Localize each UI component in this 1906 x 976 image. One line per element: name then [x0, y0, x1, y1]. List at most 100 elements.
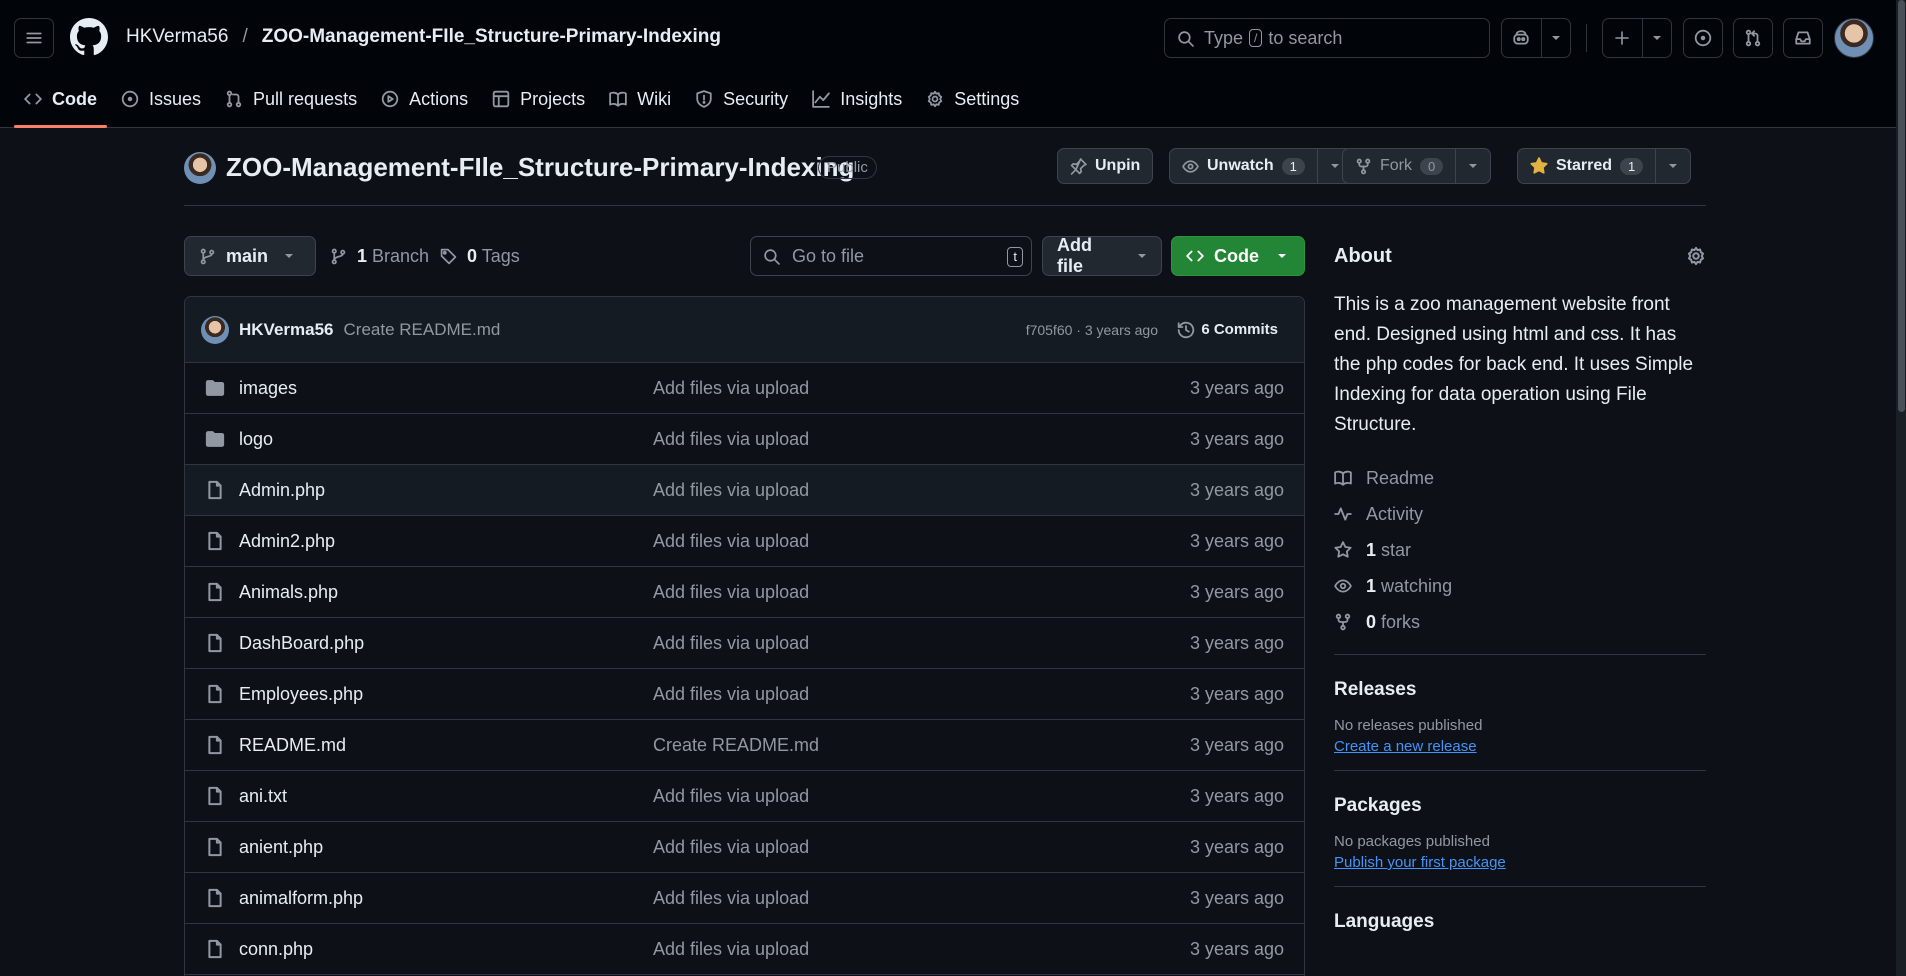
- tab-settings[interactable]: Settings: [916, 78, 1029, 120]
- chevron-down-icon[interactable]: [1540, 19, 1570, 57]
- file-name-link[interactable]: Animals.php: [239, 582, 338, 603]
- plus-icon[interactable]: [1603, 19, 1642, 57]
- file-commit-message[interactable]: Add files via upload: [653, 786, 809, 807]
- star-icon: [1334, 541, 1352, 559]
- file-commit-message[interactable]: Add files via upload: [653, 888, 809, 909]
- watch-button[interactable]: Unwatch 1: [1169, 148, 1353, 184]
- your-pull-requests-button[interactable]: [1733, 18, 1773, 58]
- menu-button[interactable]: [14, 18, 54, 58]
- repo-title[interactable]: ZOO-Management-FIle_Structure-Primary-In…: [226, 152, 854, 183]
- watchers-link[interactable]: 1 watching: [1334, 568, 1706, 604]
- fork-count: 0: [1420, 157, 1444, 175]
- file-commit-message[interactable]: Add files via upload: [653, 480, 809, 501]
- owner-link[interactable]: HKVerma56: [126, 26, 228, 48]
- stars-count: 1: [1366, 539, 1377, 560]
- file-icon: [205, 939, 225, 959]
- file-row[interactable]: Animals.php Add files via upload 3 years a…: [185, 567, 1304, 618]
- file-name-link[interactable]: Admin2.php: [239, 531, 335, 552]
- file-commit-message[interactable]: Add files via upload: [653, 939, 809, 960]
- code-button[interactable]: Code: [1171, 236, 1305, 276]
- file-name-link[interactable]: Employees.php: [239, 684, 363, 705]
- tab-insights[interactable]: Insights: [802, 78, 912, 120]
- search-input[interactable]: Type / to search: [1164, 18, 1490, 58]
- commits-link[interactable]: 6 Commits: [1177, 321, 1278, 339]
- activity-link[interactable]: Activity: [1334, 496, 1706, 532]
- file-commit-message[interactable]: Add files via upload: [653, 582, 809, 603]
- tags-link[interactable]: 0 Tags: [440, 236, 520, 276]
- tab-wiki[interactable]: Wiki: [599, 78, 681, 120]
- github-logo-icon[interactable]: [70, 18, 108, 56]
- repo-link[interactable]: ZOO-Management-FIle_Structure-Primary-In…: [262, 26, 721, 48]
- file-row[interactable]: anient.php Add files via upload 3 years ag…: [185, 822, 1304, 873]
- branches-link[interactable]: 1 Branch: [330, 236, 429, 276]
- file-row[interactable]: Employees.php Add files via upload 3 years…: [185, 669, 1304, 720]
- commit-meta[interactable]: f705f60 · 3 years ago: [1026, 322, 1158, 338]
- packages-heading[interactable]: Packages: [1334, 795, 1706, 817]
- file-row[interactable]: DashBoard.php Add files via upload 3 years…: [185, 618, 1304, 669]
- global-header: HKVerma56 / ZOO-Management-FIle_Structur…: [0, 0, 1896, 128]
- file-row[interactable]: ani.txt Add files via upload 3 years ago: [185, 771, 1304, 822]
- file-name-link[interactable]: logo: [239, 429, 273, 450]
- star-button[interactable]: Starred 1: [1517, 148, 1692, 184]
- watch-label: Unwatch: [1207, 157, 1274, 174]
- create-new-button[interactable]: [1602, 18, 1672, 58]
- file-name-link[interactable]: anient.php: [239, 837, 323, 858]
- copilot-icon[interactable]: [1502, 19, 1541, 57]
- tab-projects-label: Projects: [520, 88, 586, 109]
- copilot-button[interactable]: [1501, 18, 1571, 58]
- file-commit-message[interactable]: Create README.md: [653, 735, 819, 756]
- file-row[interactable]: logo Add files via upload 3 years ago: [185, 414, 1304, 465]
- file-row[interactable]: animalform.php Add files via upload 3 year…: [185, 873, 1304, 924]
- tab-issues[interactable]: Issues: [111, 78, 211, 120]
- unpin-button[interactable]: Unpin: [1057, 148, 1154, 184]
- chevron-down-icon[interactable]: [1655, 149, 1690, 183]
- file-row[interactable]: conn.php Add files via upload 3 years ago: [185, 924, 1304, 975]
- file-commit-message[interactable]: Add files via upload: [653, 837, 809, 858]
- file-name-link[interactable]: README.md: [239, 735, 346, 756]
- file-row[interactable]: images Add files via upload 3 years ago: [185, 363, 1304, 414]
- file-name-link[interactable]: images: [239, 378, 297, 399]
- add-file-button[interactable]: Add file: [1042, 235, 1162, 276]
- publish-package-link[interactable]: Publish your first package: [1334, 854, 1506, 871]
- tab-actions[interactable]: Actions: [371, 78, 478, 120]
- file-name-link[interactable]: DashBoard.php: [239, 633, 364, 654]
- scrollbar-thumb[interactable]: [1898, 0, 1905, 412]
- chevron-down-icon[interactable]: [1455, 149, 1490, 183]
- file-commit-message[interactable]: Add files via upload: [653, 378, 809, 399]
- your-issues-button[interactable]: [1683, 18, 1723, 58]
- tab-projects[interactable]: Projects: [482, 78, 595, 120]
- tab-pull-requests[interactable]: Pull requests: [215, 78, 367, 120]
- owner-avatar[interactable]: [184, 152, 216, 184]
- chevron-down-icon[interactable]: [1641, 19, 1671, 57]
- branch-select[interactable]: main: [184, 236, 316, 276]
- fork-button[interactable]: Fork 0: [1342, 148, 1492, 184]
- tab-code[interactable]: Code: [14, 78, 107, 128]
- file-commit-message[interactable]: Add files via upload: [653, 684, 809, 705]
- activity-label: Activity: [1366, 503, 1424, 524]
- pulse-icon: [1334, 505, 1352, 523]
- commit-message[interactable]: Create README.md: [344, 320, 501, 340]
- releases-heading[interactable]: Releases: [1334, 679, 1706, 701]
- commit-author-avatar[interactable]: [201, 315, 229, 344]
- file-row[interactable]: Admin.php Add files via upload 3 years ago: [185, 465, 1304, 516]
- readme-link[interactable]: Readme: [1334, 460, 1706, 496]
- file-row[interactable]: README.md Create README.md 3 years ago: [185, 720, 1304, 771]
- file-name-link[interactable]: animalform.php: [239, 888, 363, 909]
- tab-security[interactable]: Security: [685, 78, 798, 120]
- file-name-link[interactable]: Admin.php: [239, 480, 325, 501]
- commit-author[interactable]: HKVerma56: [239, 320, 334, 340]
- file-row[interactable]: Admin2.php Add files via upload 3 years ag…: [185, 516, 1304, 567]
- file-icon: [205, 786, 225, 806]
- forks-link[interactable]: 0 forks: [1334, 604, 1706, 640]
- file-name-link[interactable]: ani.txt: [239, 786, 287, 807]
- stars-link[interactable]: 1 star: [1334, 532, 1706, 568]
- create-release-link[interactable]: Create a new release: [1334, 738, 1477, 755]
- file-commit-message[interactable]: Add files via upload: [653, 633, 809, 654]
- notifications-button[interactable]: [1783, 18, 1823, 58]
- file-commit-message[interactable]: Add files via upload: [653, 531, 809, 552]
- user-avatar[interactable]: [1834, 18, 1874, 58]
- file-name-link[interactable]: conn.php: [239, 939, 313, 960]
- gear-icon[interactable]: [1686, 246, 1706, 266]
- file-commit-message[interactable]: Add files via upload: [653, 429, 809, 450]
- go-to-file-input[interactable]: Go to file t: [750, 236, 1032, 276]
